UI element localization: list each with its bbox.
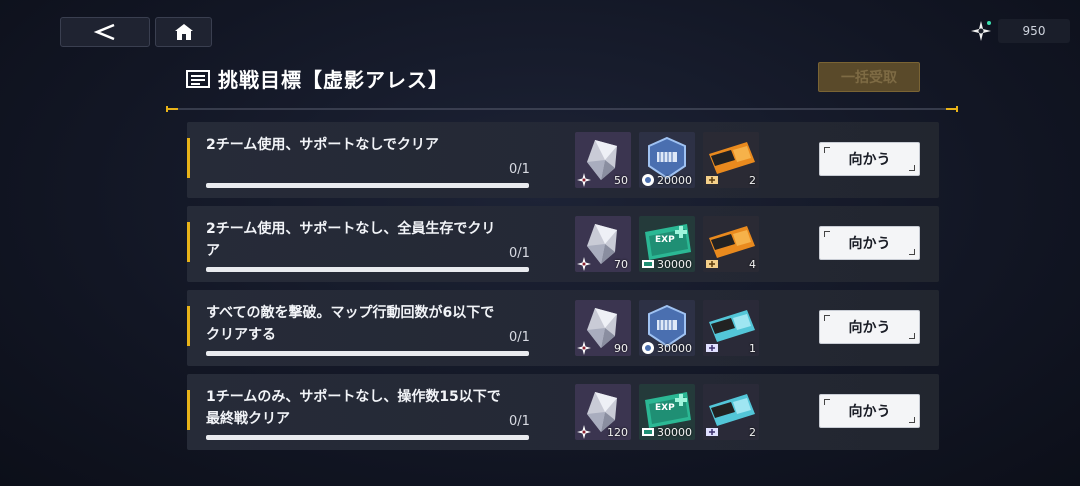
goto-button[interactable]: 向かう (819, 142, 920, 176)
mission-progress-label: 0/1 (509, 414, 530, 429)
back-arrow-icon (93, 23, 115, 41)
reward-count: 90 (614, 342, 628, 355)
home-button[interactable] (155, 17, 212, 47)
goto-button[interactable]: 向かう (819, 310, 920, 344)
goto-button[interactable]: 向かう (819, 226, 920, 260)
svg-text:EXP: EXP (655, 235, 675, 245)
mission-description: 2チーム使用、サポートなしでクリア (206, 137, 439, 153)
rarity-badge-icon (641, 340, 655, 354)
rarity-badge-icon (577, 424, 591, 439)
rarity-badge-icon (641, 172, 655, 186)
reward-item[interactable]: 1 (703, 300, 759, 356)
mission-description: 1チームのみ、サポートなし、操作数15以下で最終戦クリア (206, 389, 501, 427)
rarity-badge-icon (705, 424, 719, 438)
mission-progress-label: 0/1 (509, 246, 530, 261)
reward-count: 30000 (657, 342, 692, 355)
reward-count: 2 (749, 426, 756, 439)
reward-list: 120 EXP 30000 2 (575, 384, 759, 440)
reward-item[interactable]: 4 (703, 216, 759, 272)
reward-item[interactable]: 90 (575, 300, 631, 356)
reward-list: 90 30000 1 (575, 300, 759, 356)
mission-progress-label: 0/1 (509, 162, 530, 177)
rarity-badge-icon (577, 340, 591, 355)
mission-progress-bar (206, 435, 529, 440)
reward-count: 30000 (657, 426, 692, 439)
reward-count: 4 (749, 258, 756, 271)
mission-accent-bar (187, 222, 190, 262)
rarity-badge-icon (641, 256, 655, 270)
header-divider (166, 106, 958, 112)
mission-accent-bar (187, 138, 190, 178)
reward-list: 50 20000 2 (575, 132, 759, 188)
mission-progress-label: 0/1 (509, 330, 530, 345)
mission-row: 2チーム使用、サポートなし、全員生存でクリア 0/1 70 EXP 30000 4 向… (187, 206, 939, 282)
page-title: 挑戦目標【虚影アレス】 (218, 68, 449, 92)
reward-count: 1 (749, 342, 756, 355)
mission-row: すべての敵を撃破。マップ行動回数が6以下でクリアする 0/1 90 30000 1 … (187, 290, 939, 366)
reward-item[interactable]: 2 (703, 384, 759, 440)
mission-row: 2チーム使用、サポートなしでクリア 0/1 50 20000 2 向かう (187, 122, 939, 198)
reward-item[interactable]: 70 (575, 216, 631, 272)
reward-item[interactable]: 20000 (639, 132, 695, 188)
rarity-badge-icon (705, 256, 719, 270)
list-icon (186, 69, 210, 88)
reward-item[interactable]: 120 (575, 384, 631, 440)
rarity-badge-icon (705, 172, 719, 186)
reward-count: 20000 (657, 174, 692, 187)
rarity-badge-icon (705, 340, 719, 354)
mission-progress-bar (206, 183, 529, 188)
claim-all-button[interactable]: 一括受取 (818, 62, 920, 92)
rarity-badge-icon (577, 256, 591, 271)
mission-accent-bar (187, 306, 190, 346)
reward-list: 70 EXP 30000 4 (575, 216, 759, 272)
reward-item[interactable]: 2 (703, 132, 759, 188)
reward-count: 2 (749, 174, 756, 187)
mission-description: すべての敵を撃破。マップ行動回数が6以下でクリアする (206, 305, 495, 343)
reward-count: 50 (614, 174, 628, 187)
mission-accent-bar (187, 390, 190, 430)
reward-count: 30000 (657, 258, 692, 271)
page-header: 挑戦目標【虚影アレス】 (186, 64, 449, 93)
reward-item[interactable]: 50 (575, 132, 631, 188)
reward-item[interactable]: EXP 30000 (639, 216, 695, 272)
rarity-badge-icon (577, 172, 591, 187)
goto-button[interactable]: 向かう (819, 394, 920, 428)
mission-row: 1チームのみ、サポートなし、操作数15以下で最終戦クリア 0/1 120 EXP 3… (187, 374, 939, 450)
mission-list: 2チーム使用、サポートなしでクリア 0/1 50 20000 2 向かう 2チーム使… (187, 122, 939, 458)
currency-display: 950 (970, 18, 1070, 44)
reward-item[interactable]: EXP 30000 (639, 384, 695, 440)
reward-item[interactable]: 30000 (639, 300, 695, 356)
mission-description: 2チーム使用、サポートなし、全員生存でクリア (206, 221, 496, 259)
home-icon (174, 24, 193, 40)
reward-count: 70 (614, 258, 628, 271)
currency-amount: 950 (998, 19, 1070, 43)
rarity-badge-icon (641, 424, 655, 438)
svg-text:EXP: EXP (655, 403, 675, 413)
shuriken-star-icon (971, 21, 991, 41)
back-button[interactable] (60, 17, 150, 47)
reward-count: 120 (607, 426, 628, 439)
mission-progress-bar (206, 267, 529, 272)
mission-progress-bar (206, 351, 529, 356)
